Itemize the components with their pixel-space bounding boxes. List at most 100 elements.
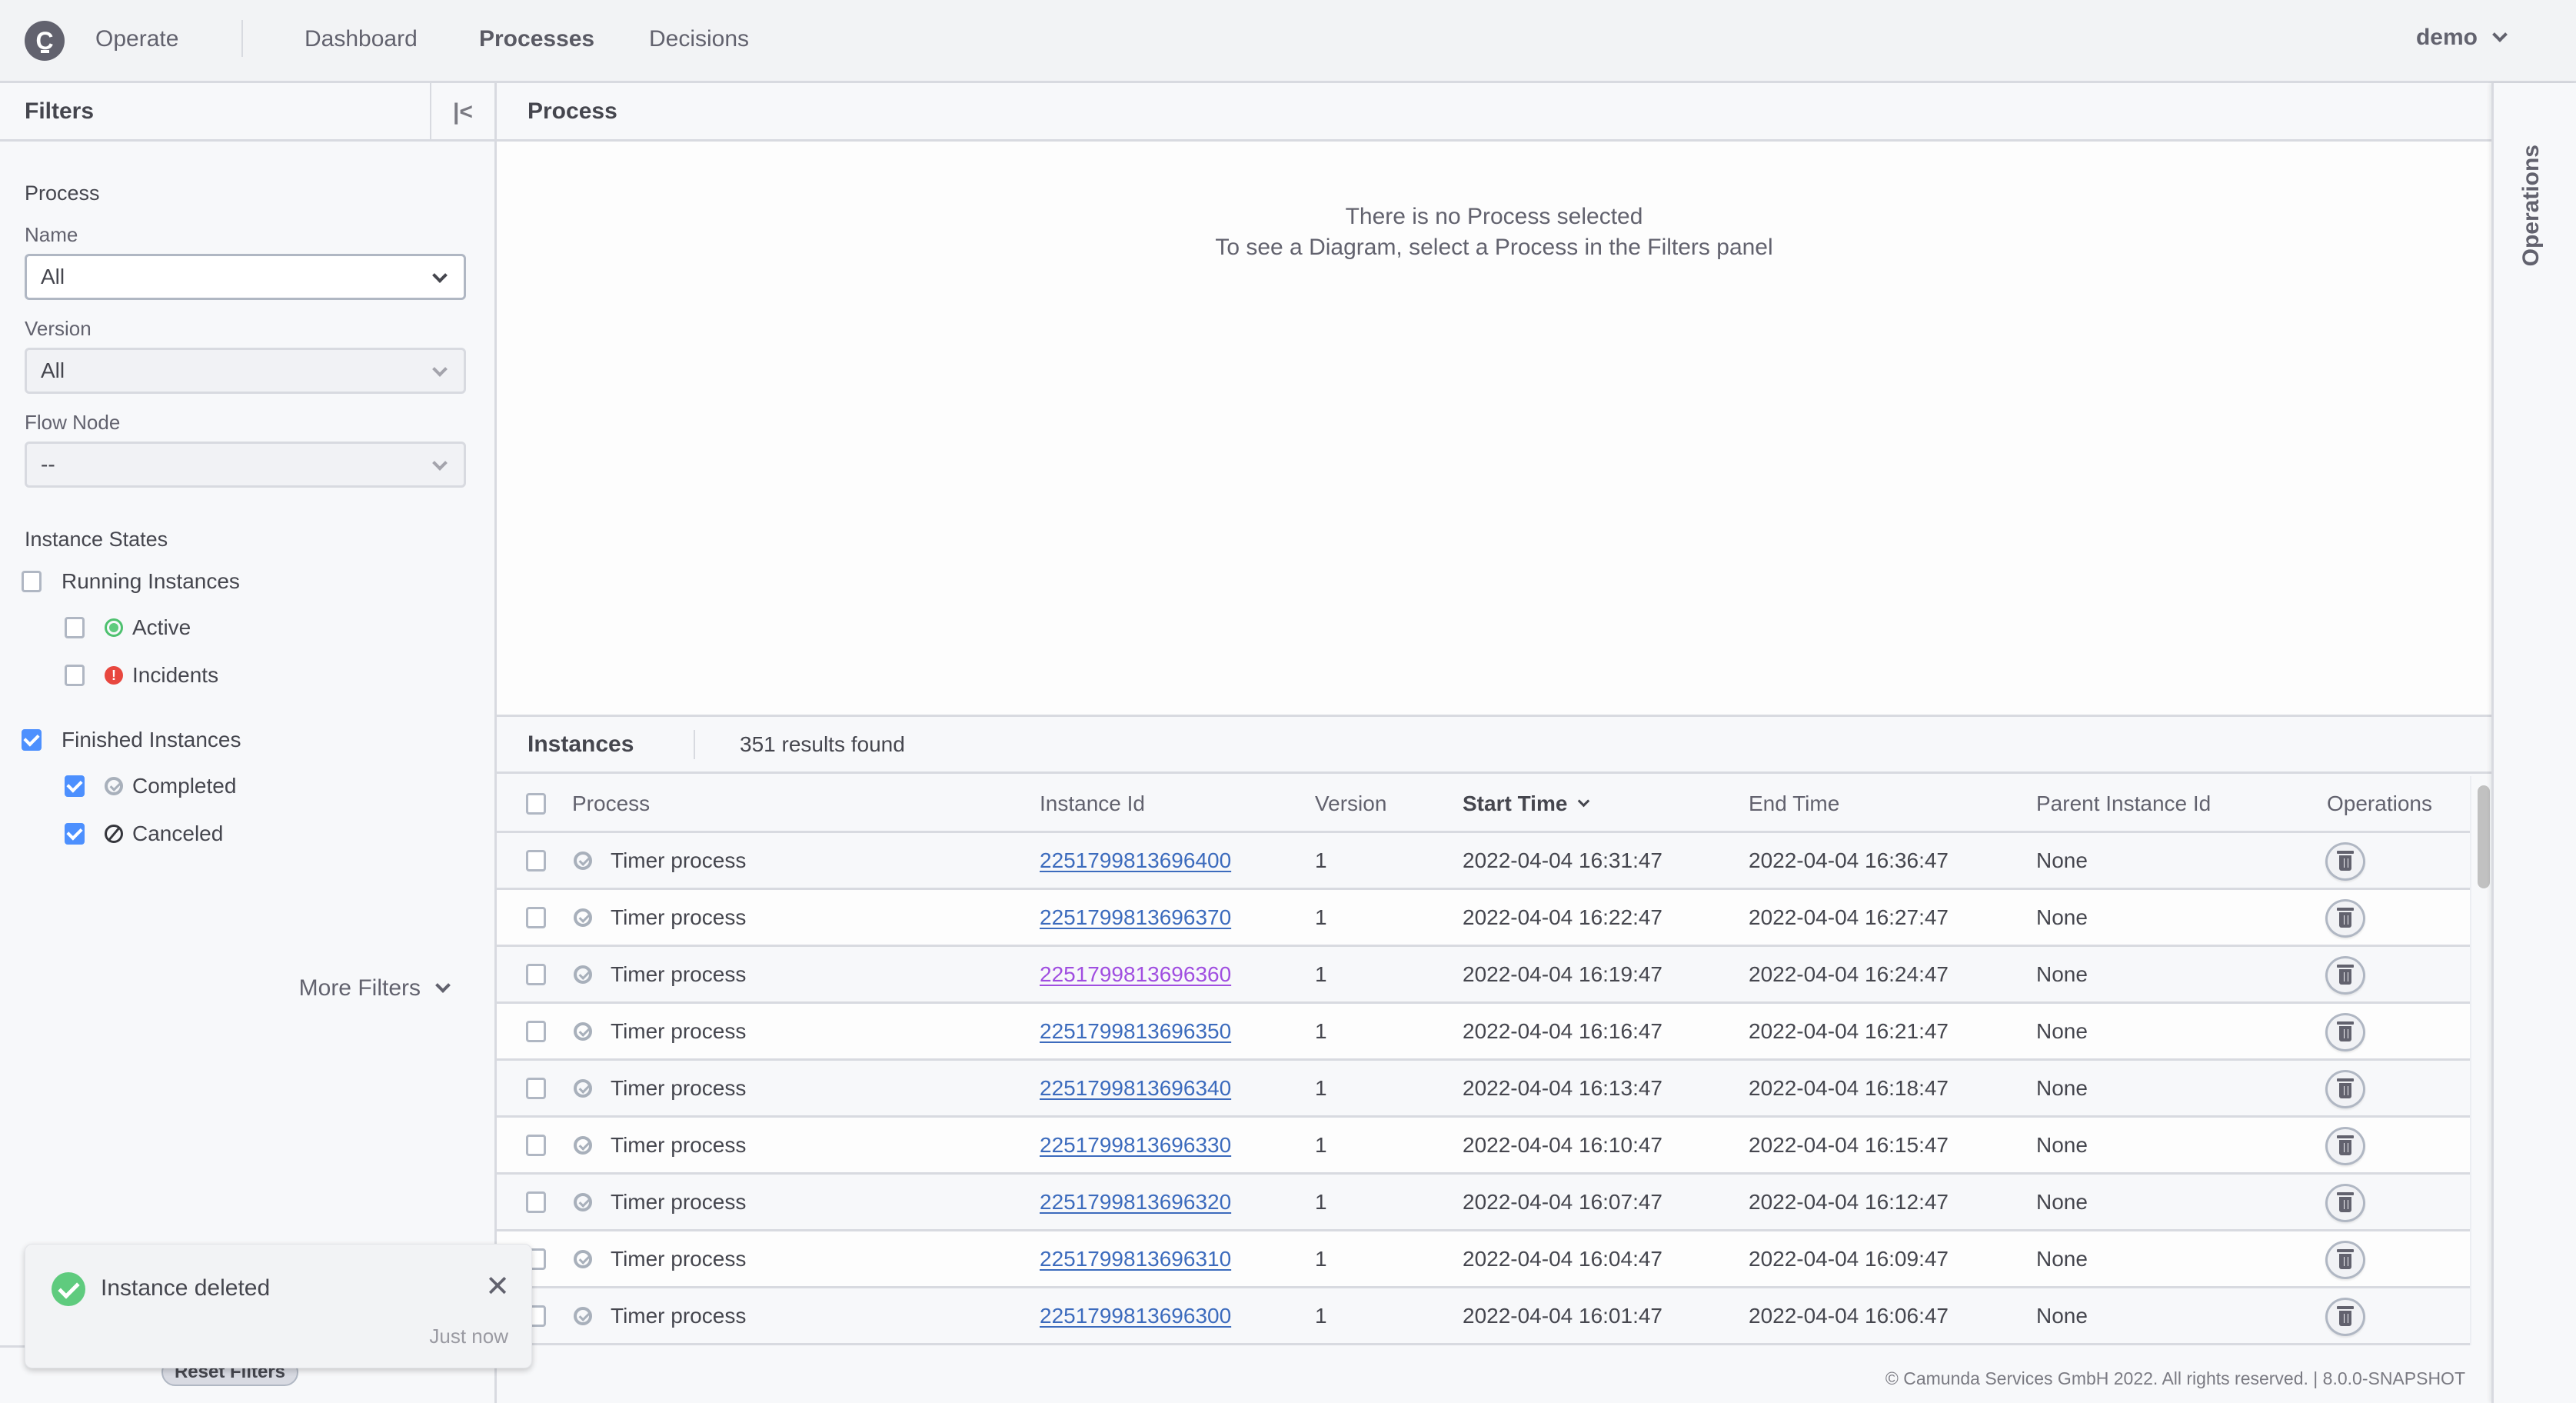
completed-state-icon bbox=[574, 1135, 592, 1155]
row-checkbox[interactable] bbox=[526, 1134, 546, 1156]
main-content: Process There is no Process selected To … bbox=[497, 83, 2491, 1403]
chevron-down-icon bbox=[432, 455, 448, 471]
instance-id-link[interactable]: 2251799813696320 bbox=[1040, 1190, 1231, 1215]
finished-instances-filter[interactable]: Finished Instances bbox=[22, 728, 241, 752]
start-time-value: 2022-04-04 16:01:47 bbox=[1463, 1303, 1662, 1328]
parent-instance-value: None bbox=[2036, 961, 2088, 986]
column-header-process[interactable]: Process bbox=[572, 791, 650, 816]
delete-instance-button[interactable] bbox=[2325, 842, 2365, 881]
table-scrollbar-thumb[interactable] bbox=[2478, 785, 2490, 888]
running-instances-filter[interactable]: Running Instances bbox=[22, 569, 240, 594]
canceled-state-icon bbox=[105, 825, 123, 843]
completed-label: Completed bbox=[132, 774, 237, 798]
canceled-checkbox[interactable] bbox=[65, 823, 85, 845]
sort-descending-icon bbox=[1578, 795, 1590, 808]
more-filters-button[interactable]: More Filters bbox=[299, 975, 451, 1001]
process-name: Timer process bbox=[611, 905, 747, 929]
incidents-filter[interactable]: ! Incidents bbox=[65, 663, 218, 688]
row-checkbox[interactable] bbox=[526, 1020, 546, 1042]
row-checkbox[interactable] bbox=[526, 1191, 546, 1213]
end-time-value: 2022-04-04 16:18:47 bbox=[1749, 1075, 1949, 1100]
column-header-parent-instance-id[interactable]: Parent Instance Id bbox=[2036, 791, 2211, 816]
camunda-logo-icon[interactable]: C bbox=[25, 21, 65, 61]
active-filter[interactable]: Active bbox=[65, 615, 191, 640]
end-time-value: 2022-04-04 16:21:47 bbox=[1749, 1018, 1949, 1043]
finished-instances-checkbox[interactable] bbox=[22, 729, 42, 751]
delete-instance-button[interactable] bbox=[2325, 1241, 2365, 1279]
delete-instance-button[interactable] bbox=[2325, 1127, 2365, 1165]
start-time-value: 2022-04-04 16:10:47 bbox=[1463, 1132, 1662, 1157]
version-select[interactable]: All bbox=[25, 348, 466, 394]
flow-node-select[interactable]: -- bbox=[25, 442, 466, 488]
table-scrollbar[interactable] bbox=[2470, 776, 2490, 1345]
active-checkbox[interactable] bbox=[65, 617, 85, 638]
trash-icon bbox=[2337, 1135, 2354, 1155]
instance-id-link[interactable]: 2251799813696300 bbox=[1040, 1304, 1231, 1328]
version-value: 1 bbox=[1315, 905, 1327, 929]
completed-checkbox[interactable] bbox=[65, 775, 85, 797]
app-header: C Operate Dashboard Processes Decisions … bbox=[0, 0, 2576, 83]
running-instances-checkbox[interactable] bbox=[22, 571, 42, 592]
close-icon[interactable]: ✕ bbox=[485, 1272, 510, 1301]
parent-instance-value: None bbox=[2036, 905, 2088, 929]
start-time-value: 2022-04-04 16:13:47 bbox=[1463, 1075, 1662, 1100]
instance-id-link[interactable]: 2251799813696330 bbox=[1040, 1133, 1231, 1158]
column-header-instance-id[interactable]: Instance Id bbox=[1040, 791, 1145, 816]
delete-instance-button[interactable] bbox=[2325, 899, 2365, 938]
app-name[interactable]: Operate bbox=[95, 26, 178, 52]
delete-instance-button[interactable] bbox=[2325, 1184, 2365, 1222]
delete-instance-button[interactable] bbox=[2325, 956, 2365, 995]
nav-processes[interactable]: Processes bbox=[479, 26, 594, 52]
completed-filter[interactable]: Completed bbox=[65, 774, 236, 798]
parent-instance-value: None bbox=[2036, 1303, 2088, 1328]
delete-instance-button[interactable] bbox=[2325, 1298, 2365, 1336]
delete-instance-button[interactable] bbox=[2325, 1070, 2365, 1108]
chevron-down-icon bbox=[432, 362, 448, 377]
process-name: Timer process bbox=[611, 1018, 747, 1043]
name-select[interactable]: All bbox=[25, 254, 466, 300]
canceled-filter[interactable]: Canceled bbox=[65, 821, 223, 846]
end-time-value: 2022-04-04 16:36:47 bbox=[1749, 848, 1949, 872]
completed-state-icon bbox=[574, 908, 592, 927]
finished-instances-label: Finished Instances bbox=[62, 728, 241, 751]
header-divider bbox=[241, 20, 243, 57]
column-header-version[interactable]: Version bbox=[1315, 791, 1386, 816]
start-time-value: 2022-04-04 16:07:47 bbox=[1463, 1189, 1662, 1214]
parent-instance-value: None bbox=[2036, 1018, 2088, 1043]
instance-id-link[interactable]: 2251799813696340 bbox=[1040, 1076, 1231, 1101]
completed-state-icon bbox=[574, 1078, 592, 1098]
collapse-filters-button[interactable]: |< bbox=[430, 83, 494, 142]
instance-id-link[interactable]: 2251799813696360 bbox=[1040, 962, 1231, 987]
instance-id-link[interactable]: 2251799813696350 bbox=[1040, 1019, 1231, 1044]
notification-toast: Instance deleted ✕ Just now bbox=[25, 1244, 532, 1368]
delete-instance-button[interactable] bbox=[2325, 1013, 2365, 1051]
logo-underline bbox=[41, 50, 49, 53]
filters-panel: Filters |< Process Name All Version All … bbox=[0, 83, 497, 1403]
instance-id-link[interactable]: 2251799813696370 bbox=[1040, 905, 1231, 930]
column-header-end-time[interactable]: End Time bbox=[1749, 791, 1839, 816]
parent-instance-value: None bbox=[2036, 1132, 2088, 1157]
active-label: Active bbox=[132, 615, 191, 639]
table-row: Timer process 2251799813696360 1 2022-04-04… bbox=[497, 947, 2470, 1004]
nav-dashboard[interactable]: Dashboard bbox=[305, 26, 418, 52]
incidents-checkbox[interactable] bbox=[65, 665, 85, 686]
operations-panel-toggle[interactable]: Operations bbox=[2491, 83, 2576, 1403]
user-menu[interactable]: demo bbox=[2416, 25, 2508, 51]
row-checkbox[interactable] bbox=[526, 963, 546, 985]
empty-message-line1: There is no Process selected bbox=[1345, 204, 1643, 229]
process-name: Timer process bbox=[611, 848, 747, 872]
table-row: Timer process 2251799813696310 1 2022-04-04… bbox=[497, 1231, 2470, 1288]
instance-id-link[interactable]: 2251799813696400 bbox=[1040, 848, 1231, 873]
nav-decisions[interactable]: Decisions bbox=[649, 26, 749, 52]
select-all-checkbox[interactable] bbox=[526, 792, 546, 815]
active-state-icon bbox=[105, 618, 123, 637]
parent-instance-value: None bbox=[2036, 1075, 2088, 1100]
row-checkbox[interactable] bbox=[526, 849, 546, 871]
trash-icon bbox=[2337, 1306, 2354, 1326]
instance-id-link[interactable]: 2251799813696310 bbox=[1040, 1247, 1231, 1271]
row-checkbox[interactable] bbox=[526, 1077, 546, 1099]
instances-table: Process Instance Id Version Start Time E… bbox=[497, 776, 2470, 1345]
row-checkbox[interactable] bbox=[526, 906, 546, 928]
collapse-left-icon: |< bbox=[453, 99, 473, 125]
column-header-start-time[interactable]: Start Time bbox=[1463, 791, 1590, 816]
